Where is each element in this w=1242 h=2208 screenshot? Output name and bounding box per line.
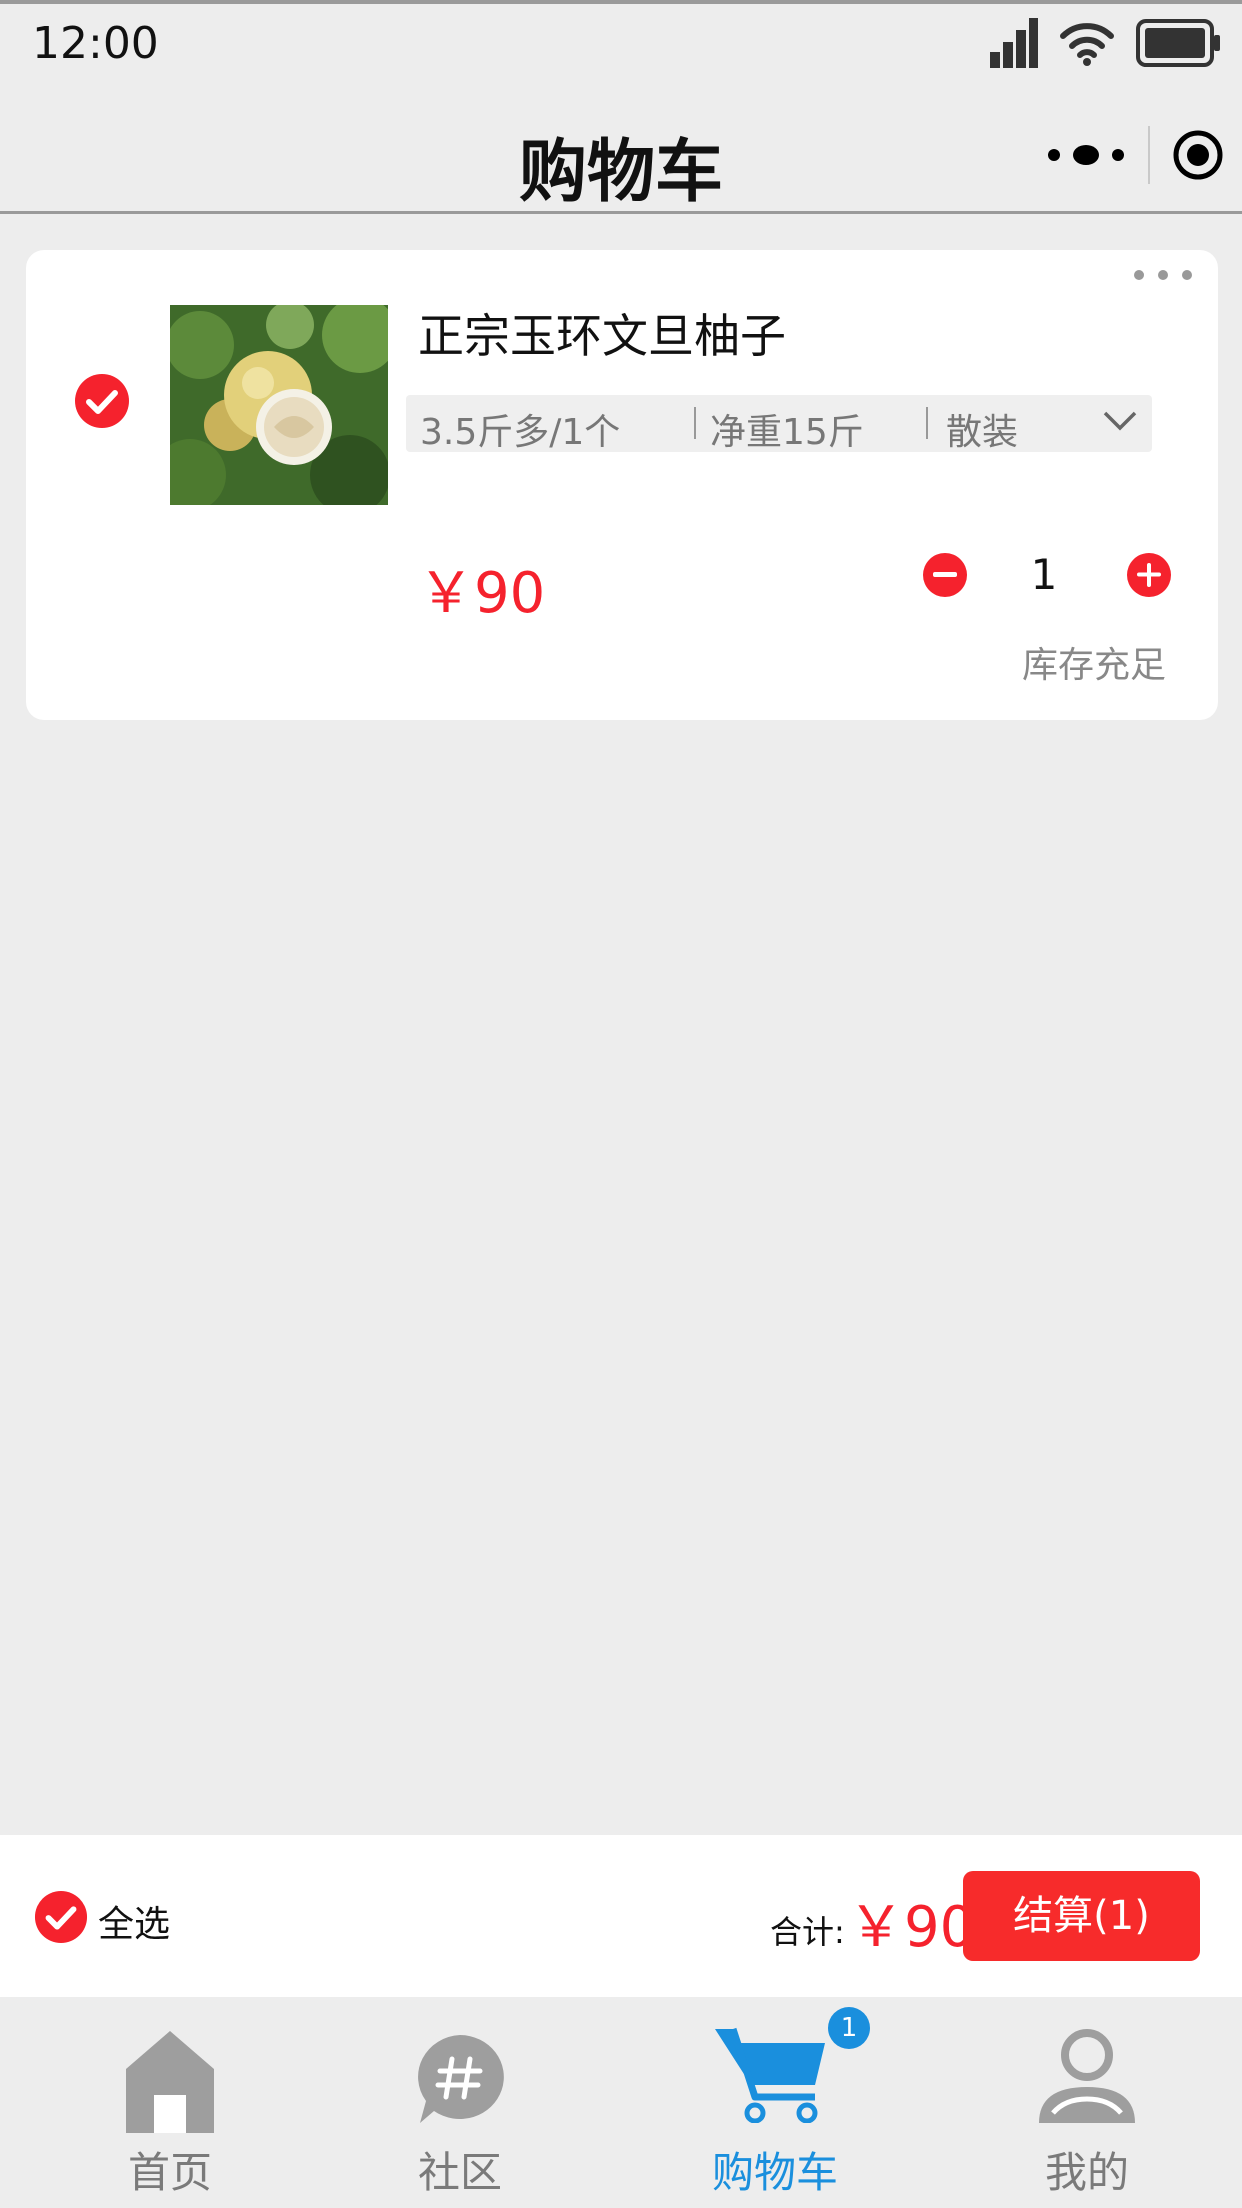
tab-me[interactable]: 我的 <box>932 1997 1242 2208</box>
item-checkbox-checked-icon[interactable] <box>74 373 130 429</box>
mini-program-capsule <box>1046 126 1224 184</box>
stock-status: 库存充足 <box>1021 645 1166 686</box>
user-icon <box>1039 2029 1135 2123</box>
status-bar: 12:00 <box>0 0 1242 82</box>
product-title[interactable]: 正宗玉环文旦柚子 <box>418 300 786 366</box>
tab-home[interactable]: 首页 <box>15 1997 325 2208</box>
cart-count-badge: 1 <box>828 2007 870 2049</box>
checkout-bar: 全选 合计: ￥90 结算(1) <box>0 1835 1242 1997</box>
tab-home-label: 首页 <box>127 2148 212 2197</box>
spec-packaging: 散装 <box>946 412 1019 453</box>
status-time: 12:00 <box>32 18 159 69</box>
spec-divider <box>926 407 928 439</box>
community-hash-icon <box>418 2035 504 2123</box>
cart-item-card: 正宗玉环文旦柚子 3.5斤多/1个 净重15斤 散装 ￥90 1 库存充足 <box>26 250 1218 720</box>
spec-divider <box>694 407 696 439</box>
tab-bar: 首页 社区 购物车 1 我的 <box>0 1997 1242 2208</box>
product-image[interactable] <box>170 305 388 505</box>
nav-bar: 购物车 <box>0 82 1242 214</box>
select-all-checkbox-icon[interactable] <box>34 1890 88 1944</box>
home-icon <box>126 2031 214 2133</box>
quantity-value[interactable]: 1 <box>1024 550 1064 599</box>
plus-button-icon[interactable] <box>1126 552 1172 598</box>
capsule-divider <box>1148 126 1150 184</box>
battery-icon <box>1136 19 1220 67</box>
tab-cart[interactable]: 购物车 <box>620 1997 930 2208</box>
tab-community-label: 社区 <box>417 2148 502 2197</box>
signal-icon <box>990 18 1038 68</box>
chevron-down-icon <box>1103 411 1137 431</box>
status-icons <box>990 18 1222 68</box>
select-all-label[interactable]: 全选 <box>98 1895 170 1947</box>
settle-button[interactable]: 结算(1) <box>963 1871 1200 1961</box>
total-label: 合计: <box>770 1913 845 1951</box>
tab-me-label: 我的 <box>1044 2148 1129 2197</box>
spec-net-weight: 净重15斤 <box>710 412 864 453</box>
spec-selector[interactable]: 3.5斤多/1个 净重15斤 散装 <box>406 395 1152 453</box>
total-amount: ￥90 <box>848 1895 976 1960</box>
more-menu-icon[interactable] <box>1046 143 1126 167</box>
item-more-icon[interactable] <box>1134 270 1192 280</box>
spec-weight-each: 3.5斤多/1个 <box>420 412 621 453</box>
cart-icon <box>715 2027 825 2123</box>
item-price: ￥90 <box>418 561 546 626</box>
tab-cart-label: 购物车 <box>711 2148 838 2197</box>
close-target-icon[interactable] <box>1172 129 1224 181</box>
wifi-icon <box>1060 23 1114 66</box>
tab-community[interactable]: 社区 <box>305 1997 615 2208</box>
minus-button-icon[interactable] <box>922 552 968 598</box>
quantity-stepper: 1 <box>896 550 1176 600</box>
